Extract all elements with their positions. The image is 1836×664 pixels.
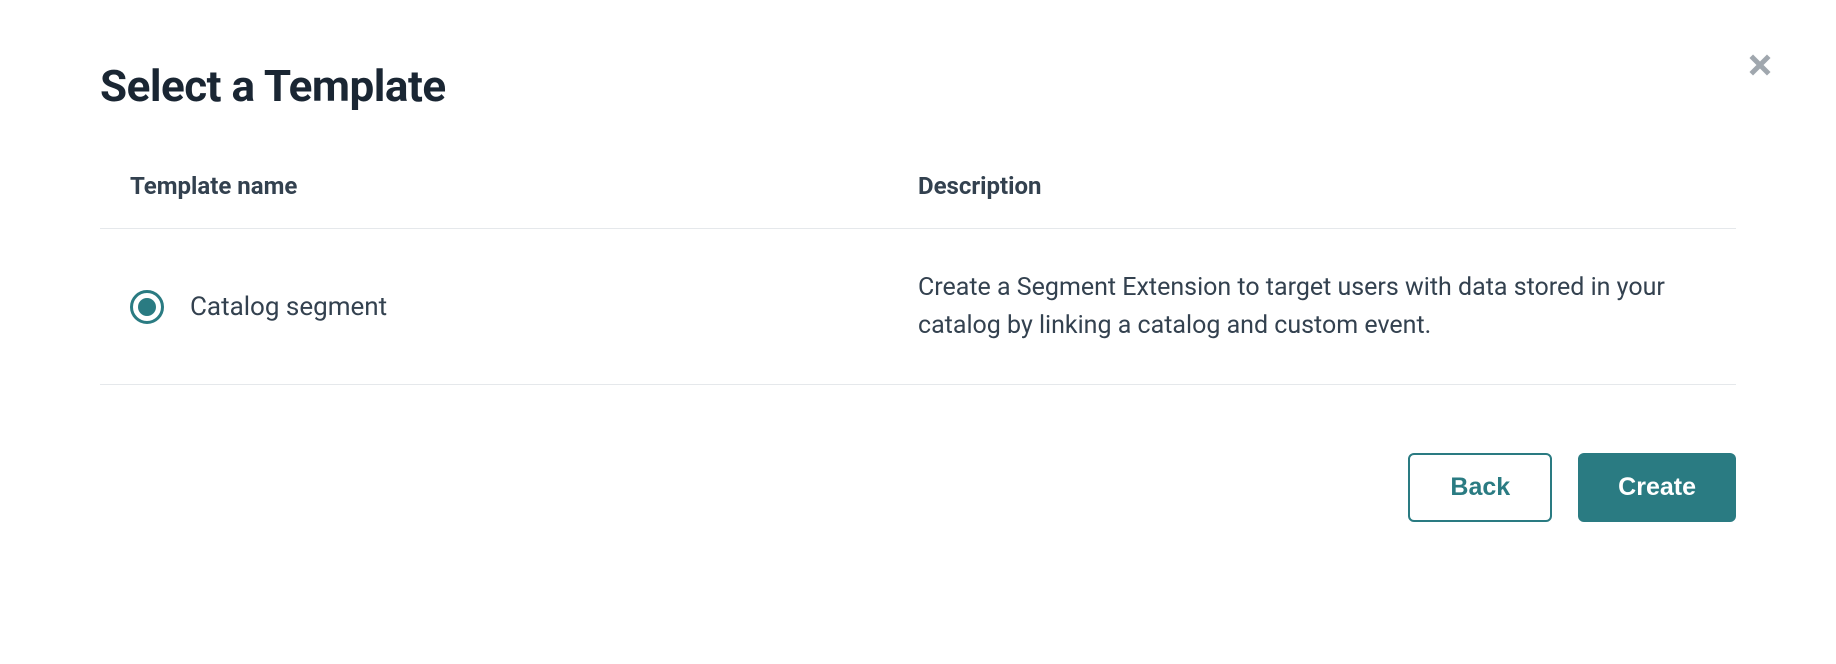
back-button[interactable]: Back [1408, 453, 1552, 522]
template-table: Template name Description Catalog segmen… [100, 172, 1736, 385]
radio-selected-icon [138, 298, 156, 316]
radio-button[interactable] [130, 290, 164, 324]
modal-footer: Back Create [100, 453, 1736, 522]
template-name-label: Catalog segment [190, 292, 387, 322]
modal-title: Select a Template [100, 60, 1736, 112]
create-button[interactable]: Create [1578, 453, 1736, 522]
select-template-modal: Select a Template Template name Descript… [0, 0, 1836, 582]
table-row[interactable]: Catalog segment Create a Segment Extensi… [100, 229, 1736, 385]
column-header-description: Description [918, 172, 1706, 200]
template-description: Create a Segment Extension to target use… [918, 269, 1706, 344]
close-button[interactable] [1742, 48, 1778, 84]
table-header: Template name Description [100, 172, 1736, 229]
column-header-name: Template name [130, 172, 918, 200]
template-name-cell: Catalog segment [130, 290, 918, 324]
close-icon [1745, 50, 1775, 83]
